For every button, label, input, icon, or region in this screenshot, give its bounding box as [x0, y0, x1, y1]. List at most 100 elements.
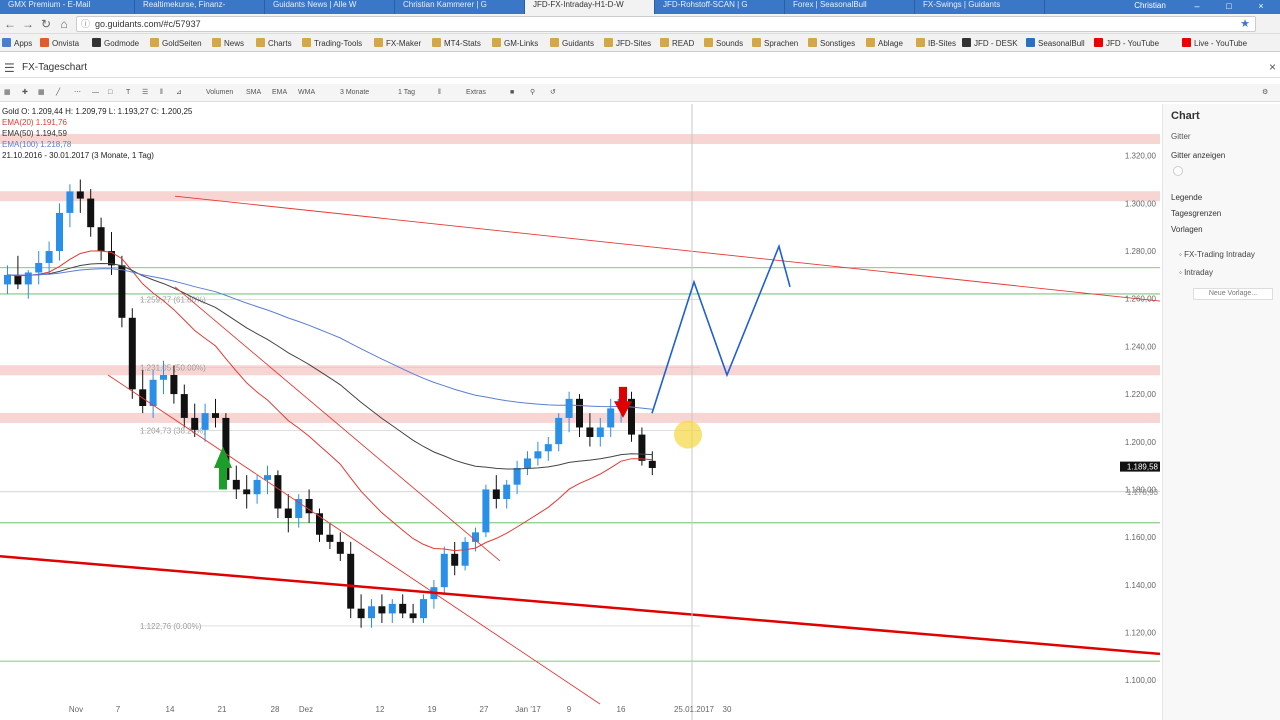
url-field[interactable]: ⓘ go.guidants.com/#c/57937 — [76, 16, 1256, 32]
chart-toolbar: ▦ ✚ ▦ ╱ ⋯ — □ T ☰ ‖ ⊿ Volumen SMA EMA WM… — [0, 84, 1280, 102]
bookmark-item[interactable]: Trading-Tools — [302, 37, 362, 50]
bookmark-item[interactable]: SeasonalBull — [1026, 37, 1085, 50]
bookmark-item[interactable]: GoldSeiten — [150, 37, 202, 50]
bookmark-item[interactable]: Sprachen — [752, 37, 798, 50]
bookmark-star-icon[interactable]: ★ — [1240, 17, 1250, 30]
bookmark-item[interactable]: JFD - DESK — [962, 37, 1018, 50]
legend-option[interactable]: Legende — [1171, 193, 1202, 202]
page-title: FX-Tageschart — [22, 62, 88, 73]
back-icon[interactable]: ← — [2, 16, 18, 32]
bookmark-item[interactable]: IB-Sites — [916, 37, 956, 50]
fib-tool-icon[interactable]: ☰ — [142, 86, 148, 100]
browser-tab[interactable]: Forex | SeasonalBull — [785, 0, 915, 14]
chart-type-icon[interactable]: ‖ — [438, 86, 441, 100]
candle-body — [35, 262, 43, 273]
zoom-icon[interactable]: ⚲ — [530, 86, 535, 100]
chart-canvas[interactable]: 1.259,77 (61.80%) 1.231,05 (50.00%) 1.204,… — [0, 104, 1160, 720]
bookmark-item[interactable]: Apps — [2, 37, 32, 50]
new-template-button[interactable]: Neue Vorlage... — [1193, 288, 1273, 300]
reset-icon[interactable]: ↺ — [550, 86, 556, 100]
x-tick-label: 25.01.2017 — [674, 705, 715, 714]
bookmark-item[interactable]: Guidants — [550, 37, 594, 50]
browser-tab[interactable]: JFD-Rohstoff-SCAN | G — [655, 0, 785, 14]
candle-body — [139, 389, 147, 406]
line-tool-icon[interactable]: ╱ — [56, 86, 60, 100]
sma-button[interactable]: SMA — [246, 86, 261, 100]
bookmark-item[interactable]: FX-Maker — [374, 37, 421, 50]
bookmark-item[interactable]: Live - YouTube — [1182, 37, 1247, 50]
browser-tab[interactable]: Realtimekurse, Finanz- — [135, 0, 265, 14]
bookmark-item[interactable]: Sounds — [704, 37, 743, 50]
vline-tool-icon[interactable]: ‖ — [160, 86, 163, 100]
browser-tab[interactable]: Guidants News | Alle W — [265, 0, 395, 14]
candle-body — [638, 434, 646, 461]
lock-tool-icon[interactable]: ■ — [510, 86, 514, 100]
template-item[interactable]: ◦ FX-Trading Intraday — [1179, 250, 1255, 259]
text-tool-icon[interactable]: T — [126, 86, 130, 100]
candle-body — [253, 479, 261, 495]
hamburger-menu-icon[interactable]: ☰ — [4, 61, 15, 75]
show-grid-label[interactable]: Gitter anzeigen — [1171, 151, 1225, 160]
browser-tab[interactable]: Christian Kammerer | G — [395, 0, 525, 14]
template-item[interactable]: ◦ Intraday — [1179, 268, 1213, 277]
show-grid-toggle[interactable] — [1173, 166, 1183, 176]
ema100-legend[interactable]: EMA(100) 1.218,78 — [2, 139, 192, 150]
bookmark-item[interactable]: READ — [660, 37, 694, 50]
extras-dropdown[interactable]: Extras — [466, 86, 486, 100]
candle-body — [45, 251, 53, 263]
ema50-legend[interactable]: EMA(50) 1.194,59 — [2, 128, 192, 139]
bookmark-item[interactable]: Ablage — [866, 37, 903, 50]
layout-tool-icon[interactable]: ▦ — [38, 86, 45, 100]
maximize-icon[interactable]: □ — [1214, 0, 1244, 14]
candle-body — [336, 541, 344, 554]
bookmark-item[interactable]: Godmode — [92, 37, 139, 50]
hline-tool-icon[interactable]: — — [92, 86, 99, 100]
ray-tool-icon[interactable]: ⋯ — [74, 86, 81, 100]
x-tick-label: Dez — [299, 705, 313, 714]
cursor-tool-icon[interactable]: ✚ — [22, 86, 28, 100]
bookmark-item[interactable]: Onvista — [40, 37, 79, 50]
cursor-highlight — [674, 420, 702, 449]
bookmark-item[interactable]: Sonstiges — [808, 37, 855, 50]
candle-body — [264, 475, 271, 480]
candle-body — [388, 603, 396, 614]
close-panel-icon[interactable]: × — [1269, 60, 1276, 74]
bookmark-item[interactable]: MT4-Stats — [432, 37, 481, 50]
bookmark-item[interactable]: JFD-Sites — [604, 37, 651, 50]
range-dropdown[interactable]: 3 Monate — [340, 86, 369, 100]
forward-icon[interactable]: → — [20, 16, 36, 32]
price-chart[interactable]: 1.259,77 (61.80%)1.231,05 (50.00%)1.204,… — [0, 104, 1160, 720]
x-tick-label: 16 — [617, 705, 626, 714]
browser-tab[interactable]: GMX Premium - E-Mail — [0, 0, 135, 14]
day-limits-option[interactable]: Tagesgrenzen — [1171, 209, 1221, 218]
minimize-icon[interactable]: – — [1182, 0, 1212, 14]
settings-icon[interactable]: ⚙ — [1262, 86, 1268, 100]
major-trend-line — [0, 554, 1160, 656]
wma-button[interactable]: WMA — [298, 86, 315, 100]
folder-icon — [550, 38, 559, 47]
browser-tab-active[interactable]: JFD-FX-Intraday-H1-D-W — [525, 0, 655, 14]
candle-body — [357, 608, 365, 619]
channel-tool-icon[interactable]: ⊿ — [176, 86, 182, 100]
ema-button[interactable]: EMA — [272, 86, 287, 100]
volume-button[interactable]: Volumen — [206, 86, 233, 100]
folder-icon — [866, 38, 875, 47]
candle-body — [492, 489, 500, 499]
grid-tool-icon[interactable]: ▦ — [4, 86, 11, 100]
browser-tab[interactable]: FX-Swings | Guidants — [915, 0, 1045, 14]
x-tick-label: 30 — [723, 705, 732, 714]
home-icon[interactable]: ⌂ — [56, 16, 72, 32]
bookmark-item[interactable]: News — [212, 37, 244, 50]
window-user[interactable]: Christian — [1120, 0, 1180, 14]
ema20-legend[interactable]: EMA(20) 1.191,76 — [2, 117, 192, 128]
reload-icon[interactable]: ↻ — [38, 16, 54, 32]
bookmark-item[interactable]: JFD - YouTube — [1094, 37, 1159, 50]
interval-dropdown[interactable]: 1 Tag — [398, 86, 415, 100]
candle-body — [451, 553, 459, 566]
rect-tool-icon[interactable]: □ — [108, 86, 112, 100]
y-tick-label: 1.160,00 — [1125, 533, 1157, 542]
close-window-icon[interactable]: × — [1246, 0, 1276, 14]
fib-label: 1.259,77 (61.80%) — [140, 295, 206, 304]
bookmark-item[interactable]: Charts — [256, 37, 292, 50]
bookmark-item[interactable]: GM-Links — [492, 37, 538, 50]
